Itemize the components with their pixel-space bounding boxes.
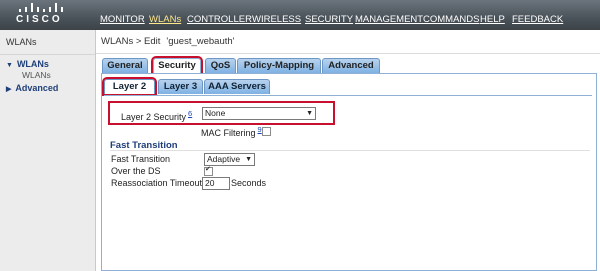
mac-filtering-label: MAC Filtering 9 (201, 125, 262, 138)
nav-commands[interactable]: COMMANDS (423, 14, 479, 25)
fast-transition-select[interactable]: Adaptive ▼ (204, 153, 255, 166)
subtab-layer3[interactable]: Layer 3 (158, 79, 203, 94)
sidebar-title: WLANs (6, 37, 37, 47)
tab-policy-mapping[interactable]: Policy-Mapping (237, 58, 321, 73)
layer2-security-label: Layer 2 Security 6 (121, 109, 192, 122)
nav-security[interactable]: SECURITY (305, 14, 353, 25)
nav-feedback[interactable]: FEEDBACK (512, 14, 563, 25)
nav-monitor[interactable]: MONITOR (100, 14, 145, 25)
over-the-ds-label: Over the DS (111, 166, 161, 176)
reassociation-timeout-label: Reassociation Timeout (111, 178, 203, 188)
dropdown-arrow-icon: ▼ (306, 110, 313, 117)
cisco-logo: CISCO (13, 3, 73, 27)
layer2-security-value: None (205, 108, 226, 118)
sidebar-item-label: Advanced (15, 83, 59, 93)
sidebar-item-wlans[interactable]: ▼ WLANs (6, 59, 49, 69)
top-header: CISCO MONITOR WLANs CONTROLLER WIRELESS … (0, 0, 600, 30)
timeout-unit-label: Seconds (231, 178, 267, 188)
layer2-security-text: Layer 2 Security (121, 112, 187, 122)
collapsed-arrow-icon: ▶ (6, 86, 12, 93)
sidebar-divider (0, 54, 95, 55)
nav-controller[interactable]: CONTROLLER (187, 14, 252, 25)
fast-transition-label: Fast Transition (111, 154, 171, 164)
nav-management[interactable]: MANAGEMENT (355, 14, 423, 25)
tab-advanced[interactable]: Advanced (322, 58, 380, 73)
tab-security[interactable]: Security (151, 56, 203, 75)
breadcrumb-path: WLANs > Edit (101, 36, 161, 47)
subtab-layer2[interactable]: Layer 2 (102, 77, 157, 96)
wlan-name: 'guest_webauth' (166, 36, 235, 47)
sidebar-subitem-wlans[interactable]: WLANs (22, 70, 51, 80)
sidebar-divider-line (95, 30, 96, 271)
nav-wlans[interactable]: WLANs (149, 14, 181, 25)
sidebar-item-advanced[interactable]: ▶ Advanced (6, 83, 58, 93)
subtab-underline (104, 95, 592, 96)
fast-transition-separator (110, 150, 590, 151)
tab-qos[interactable]: QoS (205, 58, 236, 73)
expanded-arrow-icon: ▼ (6, 62, 13, 69)
nav-wireless[interactable]: WIRELESS (252, 14, 301, 25)
layer2-security-select[interactable]: None ▼ (202, 107, 316, 120)
dropdown-arrow-icon: ▼ (245, 156, 252, 163)
over-the-ds-checkbox[interactable] (204, 165, 213, 176)
subtab-aaa-servers[interactable]: AAA Servers (204, 79, 270, 94)
sidebar: WLANs ▼ WLANs WLANs ▶ Advanced (0, 30, 95, 271)
header-separator (96, 53, 600, 54)
sidebar-item-label: WLANs (16, 59, 49, 69)
cisco-logo-bars-icon (19, 3, 67, 12)
layer2-security-footnote-link[interactable]: 6 (188, 109, 192, 118)
breadcrumb: WLANs > Edit 'guest_webauth' (101, 36, 234, 47)
mac-filtering-checkbox[interactable] (262, 127, 271, 136)
nav-help[interactable]: HELP (480, 14, 505, 25)
mac-filtering-text: MAC Filtering (201, 128, 256, 138)
reassociation-timeout-input[interactable]: 20 (202, 177, 230, 190)
logo-text: CISCO (16, 14, 63, 25)
tab-general[interactable]: General (102, 58, 148, 73)
fast-transition-value: Adaptive (207, 154, 241, 164)
